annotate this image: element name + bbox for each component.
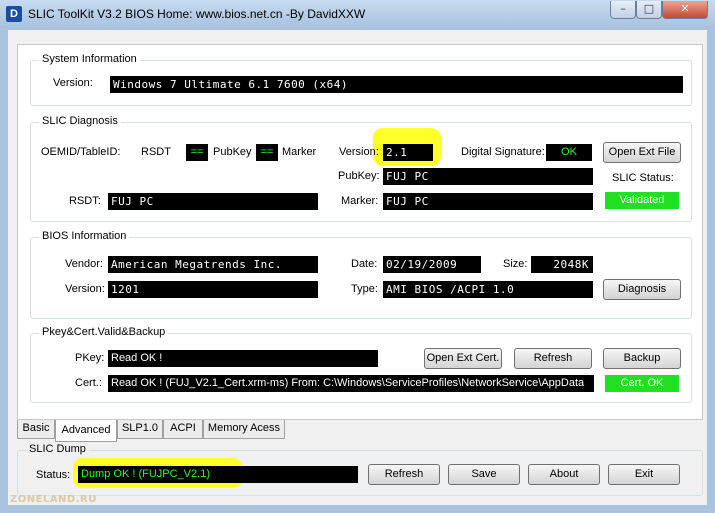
- vendor-label: Vendor:: [65, 258, 103, 270]
- pkey-label: PKey:: [75, 352, 105, 364]
- window-title: SLIC ToolKit V3.2 BIOS Home: www.bios.ne…: [28, 7, 366, 21]
- group-title: BIOS Information: [39, 230, 130, 242]
- tab-basic[interactable]: Basic: [17, 420, 55, 439]
- save-button[interactable]: Save: [448, 464, 520, 485]
- pubkey-marker-match: ==: [256, 144, 278, 161]
- pkey-cert-group: Pkey&Cert.Valid&Backup PKey: Read OK ! O…: [30, 326, 692, 403]
- digital-signature-field: OK: [546, 144, 592, 161]
- vendor-field: American Megatrends Inc.: [108, 256, 318, 273]
- slic-diagnosis-group: SLIC Diagnosis OEMID/TableID: RSDT == Pu…: [30, 115, 692, 222]
- app-window: D SLIC ToolKit V3.2 BIOS Home: www.bios.…: [0, 0, 715, 513]
- pkey-field: Read OK !: [108, 350, 378, 367]
- bios-version-label: Version:: [65, 283, 105, 295]
- group-title: SLIC Diagnosis: [39, 115, 121, 127]
- maximize-button[interactable]: □: [636, 1, 662, 19]
- type-field: AMI BIOS /ACPI 1.0: [383, 281, 593, 298]
- pkey-refresh-button[interactable]: Refresh: [514, 348, 592, 369]
- advanced-tab-page: System Information Version: Windows 7 Ul…: [17, 44, 703, 420]
- cert-field: Read OK ! (FUJ_V2.1_Cert.xrm-ms) From: C…: [108, 375, 594, 392]
- tab-advanced[interactable]: Advanced: [55, 420, 117, 442]
- rsdt-pubkey-match: ==: [186, 144, 208, 161]
- tab-acpi[interactable]: ACPI: [163, 420, 203, 439]
- marker-field: FUJ PC: [383, 193, 593, 210]
- app-icon: D: [6, 6, 22, 22]
- slic-status-label: SLIC Status:: [612, 172, 674, 184]
- rsdt-field: FUJ PC: [108, 193, 318, 210]
- rsdt-label: RSDT:: [69, 195, 101, 207]
- open-ext-cert-button[interactable]: Open Ext Cert.: [424, 348, 502, 369]
- about-button[interactable]: About: [528, 464, 600, 485]
- exit-button[interactable]: Exit: [608, 464, 680, 485]
- group-title: SLIC Dump: [26, 443, 89, 455]
- system-information-group: System Information Version: Windows 7 Ul…: [30, 53, 692, 106]
- cert-status-field: Cert. OK: [605, 375, 679, 392]
- digital-signature-label: Digital Signature:: [461, 146, 545, 158]
- pubkey-text: PubKey: [213, 146, 252, 158]
- diagnosis-button[interactable]: Diagnosis: [603, 279, 681, 300]
- slic-version-label: Version:: [339, 146, 379, 158]
- marker-label: Marker:: [341, 195, 379, 207]
- tab-memory-acess[interactable]: Memory Acess: [203, 420, 285, 439]
- pubkey-field: FUJ PC: [383, 168, 593, 185]
- dump-refresh-button[interactable]: Refresh: [368, 464, 440, 485]
- cert-label: Cert.:: [75, 377, 102, 389]
- minimize-button[interactable]: –: [610, 1, 636, 19]
- date-label: Date:: [351, 258, 378, 270]
- size-field: 2048K: [531, 256, 593, 273]
- client-area: System Information Version: Windows 7 Ul…: [8, 30, 707, 505]
- bios-information-group: BIOS Information Vendor: American Megatr…: [30, 230, 692, 319]
- os-version-field: Windows 7 Ultimate 6.1 7600 (x64): [110, 76, 683, 93]
- title-bar[interactable]: D SLIC ToolKit V3.2 BIOS Home: www.bios.…: [0, 0, 715, 28]
- group-title: Pkey&Cert.Valid&Backup: [39, 326, 169, 338]
- tab-slp10[interactable]: SLP1.0: [117, 420, 163, 439]
- slic-status-field: Validated: [605, 192, 679, 209]
- open-ext-file-button[interactable]: Open Ext File: [603, 142, 681, 163]
- date-field: 02/19/2009: [383, 256, 481, 273]
- group-title: System Information: [39, 53, 140, 65]
- pubkey-label: PubKey:: [338, 170, 380, 182]
- watermark: ZONELAND.RU: [10, 494, 97, 505]
- marker-text: Marker: [282, 146, 317, 158]
- rsdt-text: RSDT: [141, 146, 171, 158]
- oemid-label: OEMID/TableID:: [41, 146, 121, 158]
- close-button[interactable]: ✕: [662, 1, 708, 19]
- bios-version-field: 1201: [108, 281, 318, 298]
- dump-status-label: Status:: [36, 469, 71, 481]
- dump-status-field: Dump OK ! (FUJPC_V2.1): [78, 466, 358, 483]
- slic-version-field: 2.1: [383, 144, 433, 161]
- os-version-label: Version:: [53, 77, 93, 89]
- backup-button[interactable]: Backup: [603, 348, 681, 369]
- slic-dump-group: SLIC Dump Status: Dump OK ! (FUJPC_V2.1)…: [17, 443, 703, 496]
- type-label: Type:: [351, 283, 378, 295]
- size-label: Size:: [503, 258, 528, 270]
